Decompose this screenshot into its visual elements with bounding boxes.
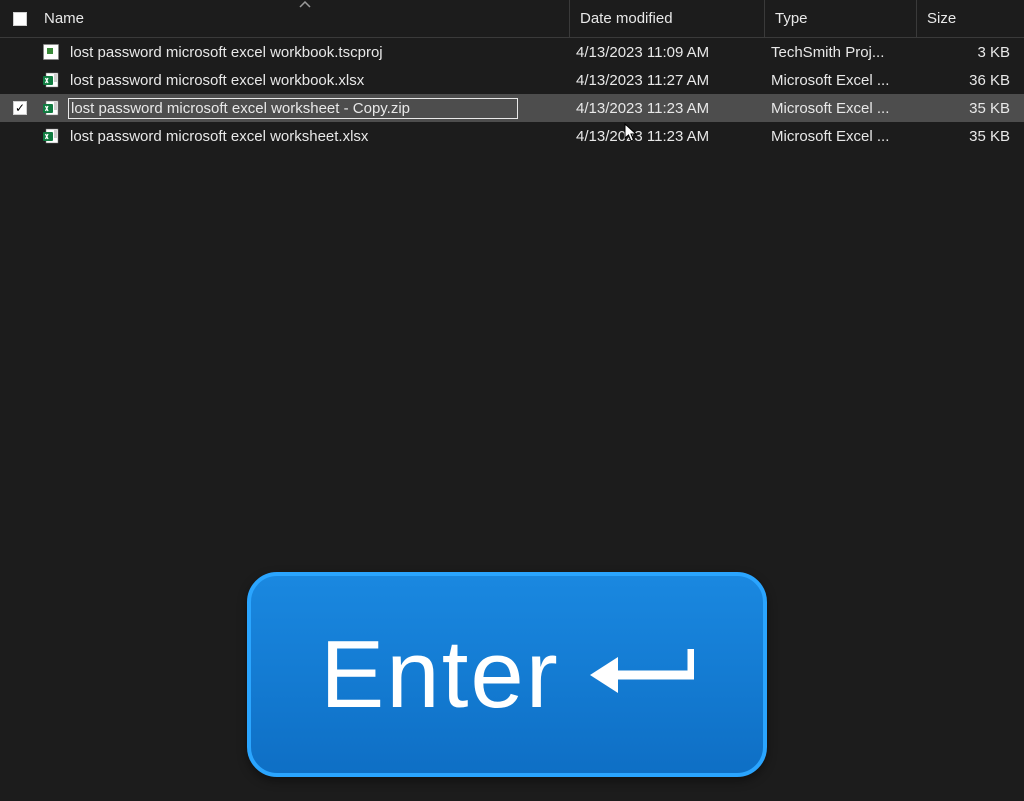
- file-type-cell: TechSmith Proj...: [761, 38, 913, 66]
- column-header-type-label: Type: [775, 10, 808, 27]
- select-all-checkbox[interactable]: [13, 12, 27, 26]
- file-date-cell: 4/13/2023 11:09 AM: [566, 38, 761, 66]
- file-date-cell: 4/13/2023 11:23 AM: [566, 94, 761, 122]
- file-size-cell: 35 KB: [913, 122, 1024, 150]
- enter-arrow-icon: [584, 645, 694, 705]
- file-name-text: lost password microsoft excel worksheet.…: [68, 128, 370, 145]
- row-checkbox-cell[interactable]: [0, 66, 40, 94]
- file-name-cell[interactable]: lost password microsoft excel worksheet …: [62, 94, 566, 122]
- row-checkbox-cell[interactable]: [0, 38, 40, 66]
- column-header-size[interactable]: Size: [917, 0, 1024, 37]
- enter-key-overlay: Enter: [247, 572, 767, 777]
- file-size-cell: 35 KB: [913, 94, 1024, 122]
- file-type-cell: Microsoft Excel ...: [761, 94, 913, 122]
- file-size-cell: 3 KB: [913, 38, 1024, 66]
- file-name-text[interactable]: lost password microsoft excel worksheet …: [68, 98, 518, 119]
- column-header-date[interactable]: Date modified: [570, 0, 765, 37]
- column-header-row: Name Date modified Type Size: [0, 0, 1024, 38]
- file-size-cell: 36 KB: [913, 66, 1024, 94]
- file-type-cell: Microsoft Excel ...: [761, 66, 913, 94]
- column-header-size-label: Size: [927, 10, 956, 27]
- file-row[interactable]: lost password microsoft excel worksheet.…: [0, 122, 1024, 150]
- file-name-cell[interactable]: lost password microsoft excel worksheet.…: [62, 122, 566, 150]
- file-name-text: lost password microsoft excel workbook.x…: [68, 72, 366, 89]
- row-checkbox-cell[interactable]: ✓: [0, 94, 40, 122]
- column-header-date-label: Date modified: [580, 10, 673, 27]
- excel-file-icon: [40, 128, 62, 144]
- excel-file-icon: [40, 100, 62, 116]
- column-header-name[interactable]: Name: [40, 0, 570, 37]
- column-header-type[interactable]: Type: [765, 0, 917, 37]
- file-name-cell[interactable]: lost password microsoft excel workbook.t…: [62, 38, 566, 66]
- file-name-text: lost password microsoft excel workbook.t…: [68, 44, 385, 61]
- file-date-cell: 4/13/2023 11:27 AM: [566, 66, 761, 94]
- column-header-checkbox-cell[interactable]: [0, 0, 40, 37]
- file-name-cell[interactable]: lost password microsoft excel workbook.x…: [62, 66, 566, 94]
- sort-chevron-up-icon: [299, 0, 311, 12]
- row-checkbox[interactable]: ✓: [13, 101, 27, 115]
- file-row[interactable]: lost password microsoft excel workbook.t…: [0, 38, 1024, 66]
- enter-key-label: Enter: [320, 620, 559, 730]
- file-row[interactable]: ✓ lost password microsoft excel worksheet…: [0, 94, 1024, 122]
- cursor-icon: [624, 123, 638, 147]
- tscproj-file-icon: [40, 44, 62, 60]
- row-checkbox-cell[interactable]: [0, 122, 40, 150]
- file-row[interactable]: lost password microsoft excel workbook.x…: [0, 66, 1024, 94]
- excel-file-icon: [40, 72, 62, 88]
- file-list: Name Date modified Type Size lost passwo…: [0, 0, 1024, 150]
- column-header-name-label: Name: [44, 10, 84, 27]
- file-date-cell: 4/13/2023 11:23 AM: [566, 122, 761, 150]
- file-type-cell: Microsoft Excel ...: [761, 122, 913, 150]
